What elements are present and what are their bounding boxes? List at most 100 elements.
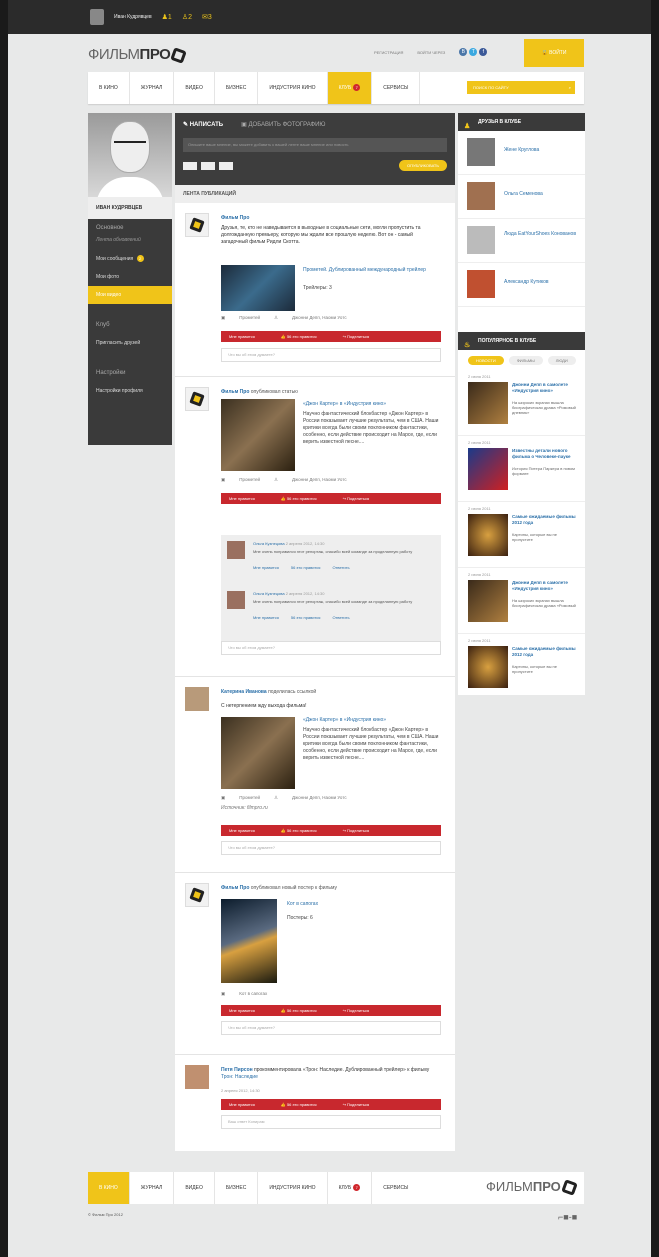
comment-like-count[interactable]: 56 это нравится (291, 615, 321, 620)
messages-icon[interactable]: ✉3 (202, 13, 212, 21)
share-button[interactable]: ↪ Поделиться (343, 334, 370, 339)
twitter-icon[interactable]: Т (469, 48, 478, 56)
register-link[interactable]: РЕГИСТРАЦИЯ (374, 50, 403, 55)
popular-item[interactable]: 2 июня 2011 Самые ожидаемые фильмы 2012 г… (458, 634, 585, 700)
friend-item[interactable]: Александр Кутиков (458, 263, 585, 307)
author-avatar[interactable] (185, 387, 209, 411)
compose-input[interactable]: Опишите ваше мнение, вы можете добавить … (183, 138, 447, 152)
post-author[interactable]: Петя Пирсон (221, 1067, 253, 1073)
comment-like-count[interactable]: 56 это нравится (291, 565, 321, 570)
like-count-button[interactable]: 👍 56 это нравится (281, 496, 317, 501)
sidebar-item-basic[interactable]: Основное (88, 219, 172, 237)
comment-input[interactable]: Что вы об этом думаете? (221, 348, 441, 362)
tab-people[interactable]: ЛЮДИ (547, 355, 576, 365)
commenter-avatar[interactable] (227, 541, 245, 559)
nav-item-servisy[interactable]: СЕРВИСЫ (372, 72, 421, 104)
popular-item[interactable]: 2 июня 2011 Джонни Депп в самолете «Индус… (458, 370, 585, 436)
tab-news[interactable]: НОВОСТИ (468, 355, 504, 365)
nav-item-v-kino[interactable]: В КИНО (88, 72, 130, 104)
popular-item[interactable]: 2 июня 2011 Известны детали нового фильма… (458, 436, 585, 502)
nav-item-klub[interactable]: КЛУБ 7 (327, 72, 373, 104)
author-avatar[interactable] (185, 687, 209, 711)
like-count-button[interactable]: 👍 56 это нравится (281, 334, 317, 339)
comment-input[interactable]: Ваш ответ Копирам (221, 1115, 441, 1129)
nav-item-industriya[interactable]: ИНДУСТРИЯ КИНО (258, 72, 328, 104)
popular-title-link[interactable]: Известны детали нового фильма о Человеке… (512, 448, 578, 459)
popular-image[interactable] (468, 646, 508, 688)
sidebar-item-messages[interactable]: Мои сообщения 2 (88, 249, 172, 268)
footer-item-biznes[interactable]: БИЗНЕС (215, 1172, 259, 1204)
comment-input[interactable]: Что вы об этом думаете? (221, 1021, 441, 1035)
tab-add-photo[interactable]: ▣ ДОБАВИТЬ ФОТОГРАФИЮ (241, 121, 325, 128)
post-author[interactable]: Катерина Иванова (221, 689, 267, 695)
post-author[interactable]: Фильм Про (221, 389, 249, 395)
popular-item[interactable]: 2 июня 2011 Самые ожидаемые фильмы 2012 г… (458, 502, 585, 568)
nav-item-video[interactable]: ВИДЕО (174, 72, 215, 104)
footer-item-servisy[interactable]: СЕРВИСЫ (372, 1172, 419, 1204)
friend-avatar[interactable] (467, 270, 495, 298)
comment-reply-button[interactable]: Ответить (332, 565, 349, 570)
like-button[interactable]: Мне нравится (229, 496, 255, 501)
post-link[interactable]: «Джон Картер» в «Индустрия кино» (303, 717, 443, 724)
post-source[interactable]: Источник: filmpro.ru (221, 805, 361, 812)
commenter-name[interactable]: Ольга Кузнецова (253, 541, 285, 546)
share-button[interactable]: ↪ Поделиться (343, 1102, 370, 1107)
friend-avatar[interactable] (467, 226, 495, 254)
author-avatar[interactable] (185, 213, 209, 237)
article-thumbnail[interactable] (221, 399, 295, 471)
meta-people[interactable]: Джонни Депп, Наоми Уотс (292, 795, 347, 801)
sidebar-item-club[interactable]: Клуб (88, 316, 172, 334)
comment-input[interactable]: Что вы об этом думаете? (221, 841, 441, 855)
search-icon[interactable]: ⌕ (569, 81, 571, 94)
author-avatar[interactable] (185, 883, 209, 907)
friend-avatar[interactable] (467, 138, 495, 166)
popular-title-link[interactable]: Джонни Депп в самолете «Индустрия кино» (512, 580, 578, 591)
requests-icon[interactable]: ♙2 (182, 13, 192, 21)
like-button[interactable]: Мне нравится (229, 1102, 255, 1107)
sidebar-item-settings[interactable]: Настройки (88, 364, 172, 382)
popular-image[interactable] (468, 514, 508, 556)
like-count-button[interactable]: 👍 56 это нравится (281, 828, 317, 833)
profile-photo[interactable] (88, 113, 172, 197)
footer-item-v-kino[interactable]: В КИНО (88, 1172, 130, 1204)
vk-icon[interactable]: В (459, 48, 468, 56)
sidebar-item-profile-settings[interactable]: Настройки профиля (88, 382, 172, 400)
like-count-button[interactable]: 👍 56 это нравится (281, 1102, 317, 1107)
comment-like-button[interactable]: Мне нравится (253, 615, 279, 620)
popular-item[interactable]: 2 июня 2011 Джонни Депп в самолете «Индус… (458, 568, 585, 634)
friends-icon[interactable]: ♟1 (162, 13, 172, 21)
meta-people[interactable]: Джонни Депп, Наоми Уотс (292, 477, 347, 483)
popular-image[interactable] (468, 580, 508, 622)
post-link[interactable]: Прометей. Дублированный международный тр… (303, 267, 443, 274)
nav-item-zhurnal[interactable]: ЖУРНАЛ (130, 72, 175, 104)
meta-film[interactable]: Кот в сапогах (239, 991, 267, 997)
publish-button[interactable]: ОПУБЛИКОВАТЬ (398, 160, 447, 171)
footer-logo[interactable]: ФИЛЬМПРО (486, 1179, 578, 1196)
meta-people[interactable]: Джонни Депп, Наоми Уотс (292, 315, 347, 321)
post-author[interactable]: Фильм Про (221, 215, 249, 221)
friend-name[interactable]: Жене Круглова (504, 147, 580, 153)
commenter-name[interactable]: Ольга Кузнецова (253, 591, 285, 596)
friend-name[interactable]: Люда EatYourShoes Конованов (504, 231, 580, 237)
attach-photo-icon[interactable] (201, 161, 215, 170)
commenter-avatar[interactable] (227, 591, 245, 609)
popular-title-link[interactable]: Самые ожидаемые фильмы 2012 года (512, 646, 578, 657)
friend-item[interactable]: Люда EatYourShoes Конованов (458, 219, 585, 263)
attach-link-icon[interactable] (219, 161, 233, 170)
footer-item-klub[interactable]: КЛУБ 7 (328, 1172, 373, 1204)
comment-input[interactable]: Что вы об этом думаете? (221, 641, 441, 655)
tab-write[interactable]: ✎ НАПИСАТЬ (183, 121, 223, 128)
facebook-icon[interactable]: f (479, 48, 488, 56)
like-count-button[interactable]: 👍 56 это нравится (281, 1008, 317, 1013)
like-button[interactable]: Мне нравится (229, 1008, 255, 1013)
friend-item[interactable]: Жене Круглова (458, 131, 585, 175)
footer-item-video[interactable]: ВИДЕО (174, 1172, 215, 1204)
popular-title-link[interactable]: Джонни Депп в самолете «Индустрия кино» (512, 382, 578, 393)
meta-film[interactable]: Прометей (239, 795, 260, 801)
footer-item-zhurnal[interactable]: ЖУРНАЛ (130, 1172, 175, 1204)
attach-video-icon[interactable] (183, 161, 197, 170)
post-link[interactable]: «Джон Картер» в «Индустрия кино» (303, 401, 443, 408)
video-thumbnail[interactable] (221, 265, 295, 311)
like-button[interactable]: Мне нравится (229, 828, 255, 833)
meta-film[interactable]: Прометей (239, 315, 260, 321)
